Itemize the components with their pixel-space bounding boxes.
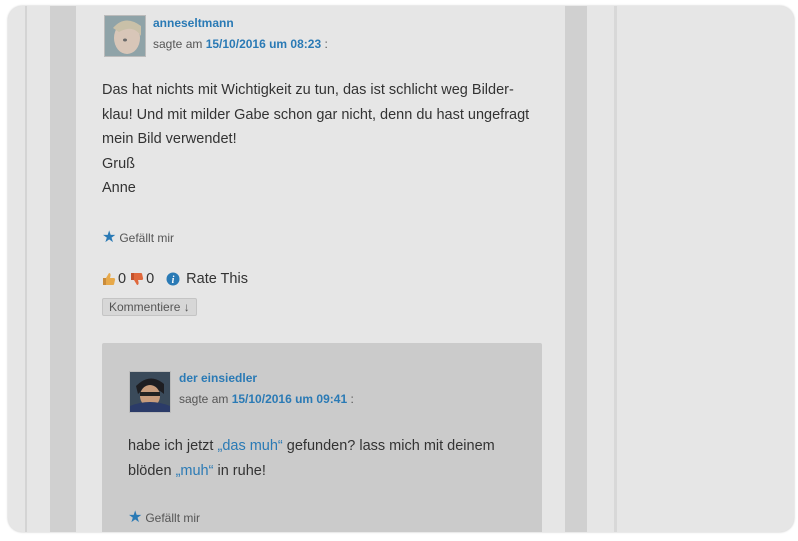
avatar-anneseltmann[interactable] (104, 15, 146, 57)
comment-line: Das hat nichts mit Wichtigkeit zu tun, d… (102, 82, 514, 98)
meta-colon: : (350, 392, 354, 406)
reply-meta: sagte am 15/10/2016 um 09:41 : (179, 392, 354, 406)
reply-text: habe ich jetzt (128, 438, 218, 454)
meta-says: sagte am (153, 37, 203, 51)
reply-button[interactable]: Kommentiere ↓ (102, 298, 197, 316)
comment-author[interactable]: anneseltmann (153, 16, 234, 30)
thumbs-up-icon[interactable] (102, 272, 116, 286)
right-band (565, 6, 587, 532)
muh-link[interactable]: „muh“ (176, 463, 214, 479)
das-muh-link[interactable]: „das muh“ (217, 438, 282, 454)
comment-line: Gruß (102, 155, 136, 172)
reply-body: habe ich jetzt „das muh“ gefunden? lass … (128, 434, 538, 483)
rate-this-label[interactable]: Rate This (186, 271, 248, 287)
reply-text: in ruhe! (213, 462, 266, 479)
reply-author[interactable]: der einsiedler (179, 371, 257, 385)
meta-colon: : (324, 37, 328, 51)
thumbs-down-icon[interactable] (130, 272, 144, 286)
thumbs-down-count: 0 (146, 271, 155, 287)
comment-line: Anne (102, 180, 136, 196)
left-band (50, 6, 76, 532)
like-label: Gefällt mir (145, 511, 201, 525)
left-border (25, 6, 27, 532)
page-frame: anneseltmann sagte am 15/10/2016 um 08:2… (8, 6, 794, 532)
rating-bar: 0 0 i Rate This (102, 271, 248, 287)
reply-like-button[interactable]: ★ Gefällt mir (128, 509, 201, 526)
avatar-image (130, 372, 170, 412)
sidebar-divider (614, 6, 617, 532)
comment-body: Das hat nichts mit Wichtigkeit zu tun, d… (102, 78, 552, 201)
reply-line: habe ich jetzt „das muh“ gefunden? lass … (128, 434, 538, 459)
avatar-der-einsiedler[interactable] (129, 371, 171, 413)
star-icon: ★ (102, 229, 117, 246)
info-icon[interactable]: i (166, 272, 180, 286)
reply-text: blöden (128, 462, 176, 479)
reply-date-link[interactable]: 15/10/2016 um 09:41 (232, 392, 347, 406)
avatar-image (105, 16, 145, 56)
svg-text:i: i (172, 275, 175, 286)
meta-says: sagte am (179, 392, 229, 406)
like-label: Gefällt mir (119, 231, 175, 245)
comment-date-link[interactable]: 15/10/2016 um 08:23 (206, 37, 321, 51)
reply-line: blöden „muh“ in ruhe! (128, 459, 538, 484)
star-icon: ★ (128, 509, 143, 526)
comment-line: klau! Und mit milder Gabe schon gar nich… (102, 106, 530, 123)
thumbs-up-count: 0 (118, 271, 127, 287)
like-button[interactable]: ★ Gefällt mir (102, 229, 175, 246)
comment-line: mein Bild verwendet! (102, 131, 237, 147)
reply-text: gefunden? lass mich mit deinem (282, 438, 495, 454)
comment-meta: sagte am 15/10/2016 um 08:23 : (153, 37, 328, 51)
